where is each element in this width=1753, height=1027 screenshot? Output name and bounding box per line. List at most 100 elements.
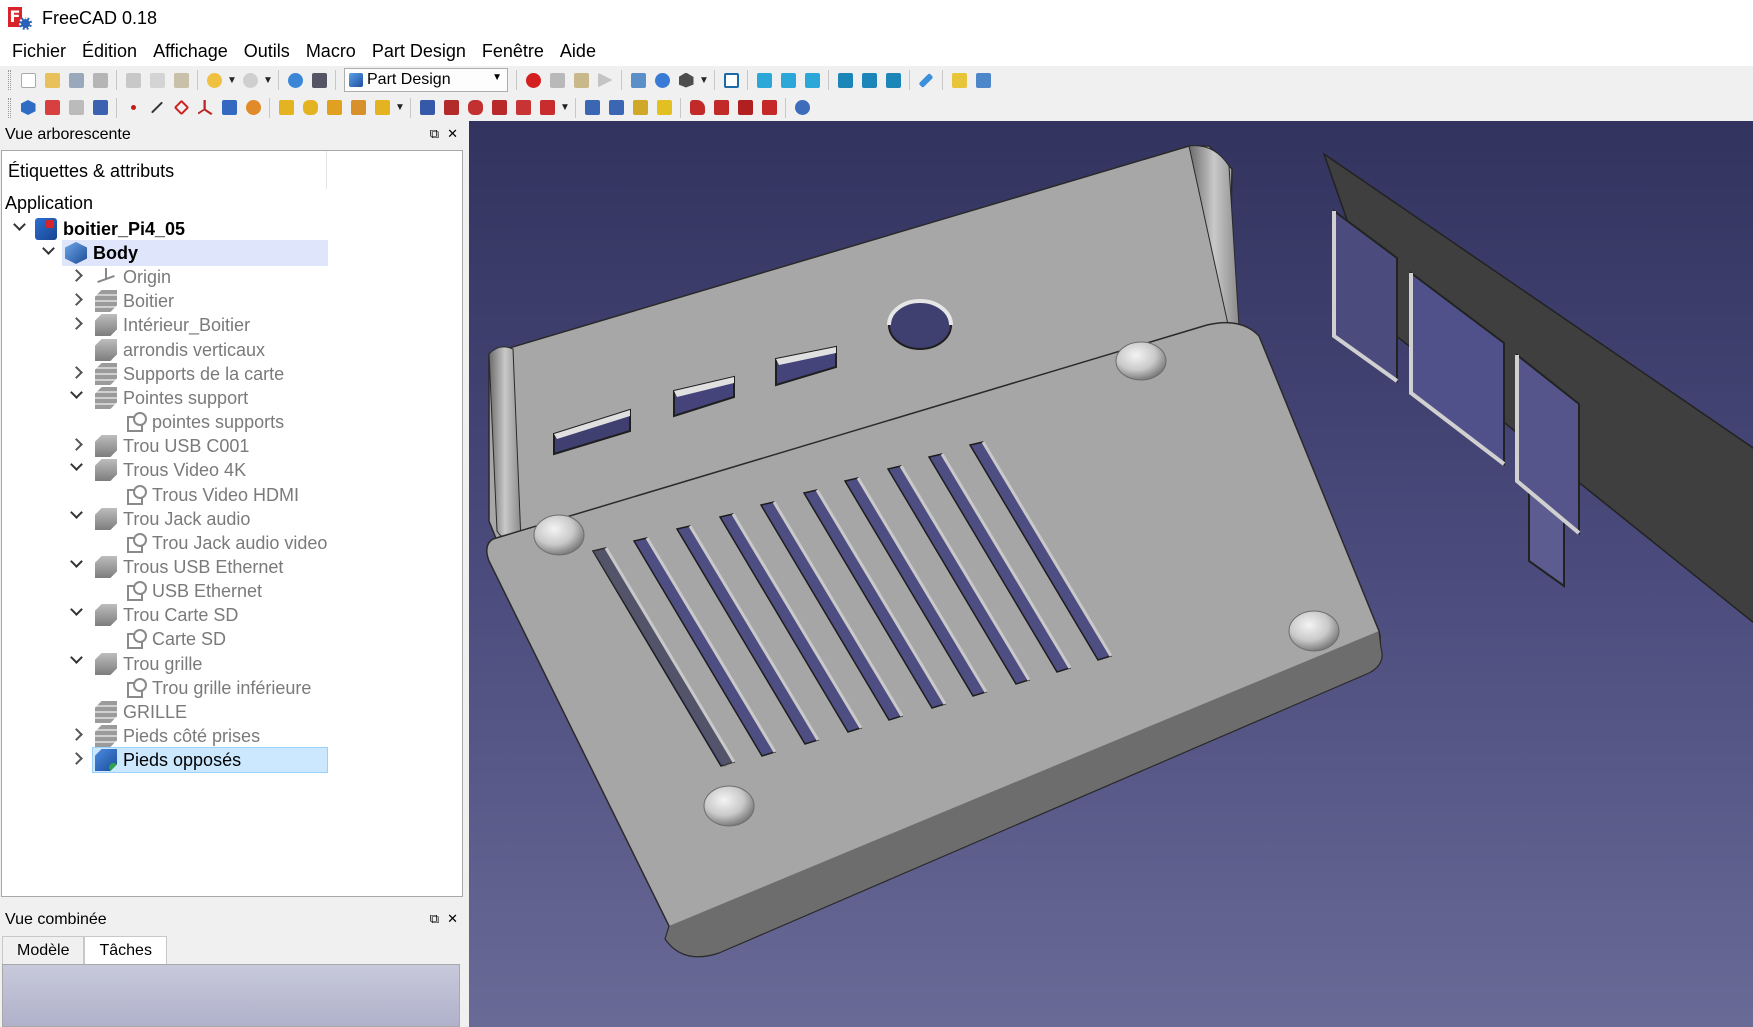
redo-button[interactable] [239, 69, 261, 91]
expand-arrow-icon[interactable] [70, 318, 82, 330]
tree-item-trous-video-4k[interactable]: Trous Video 4K [95, 457, 246, 483]
close-icon[interactable]: ✕ [447, 911, 458, 927]
multitransform-button[interactable] [653, 97, 675, 119]
workbench-selector[interactable]: Part Design ▼ [344, 68, 508, 92]
menu-part-design[interactable]: Part Design [364, 36, 474, 66]
menu-outils[interactable]: Outils [236, 36, 298, 66]
local-cs-button[interactable] [194, 97, 216, 119]
draw-style-dropdown[interactable]: ▼ [698, 69, 710, 91]
undo-dropdown[interactable]: ▼ [226, 69, 238, 91]
expand-arrow-icon[interactable] [70, 270, 82, 282]
save-button[interactable] [65, 69, 87, 91]
tree-document-row[interactable]: boitier_Pi4_05 [35, 216, 185, 242]
draft-button[interactable] [734, 97, 756, 119]
pocket-button[interactable] [416, 97, 438, 119]
thickness-button[interactable] [758, 97, 780, 119]
tree-item-trous-usb-ethernet[interactable]: Trous USB Ethernet [95, 554, 283, 580]
tree-item-carte-sd[interactable]: Carte SD [124, 626, 226, 652]
create-body-button[interactable] [17, 97, 39, 119]
datum-plane-button[interactable] [170, 97, 192, 119]
linear-pattern-button[interactable] [605, 97, 627, 119]
tab-taches[interactable]: Tâches [84, 936, 167, 964]
sub-shape-binder-button[interactable] [242, 97, 264, 119]
top-view-button[interactable] [777, 69, 799, 91]
expand-arrow-icon[interactable] [13, 221, 25, 233]
tree-item-pointes-support[interactable]: Pointes support [95, 385, 248, 411]
rear-view-button[interactable] [834, 69, 856, 91]
isometric-view-button[interactable] [720, 69, 742, 91]
expand-arrow-icon[interactable] [42, 245, 54, 257]
groove-button[interactable] [464, 97, 486, 119]
expand-arrow-icon[interactable] [70, 654, 82, 666]
tree-item-supports-carte[interactable]: Supports de la carte [95, 361, 284, 387]
fit-selection-button[interactable] [651, 69, 673, 91]
copy-button[interactable] [146, 69, 168, 91]
mirrored-button[interactable] [581, 97, 603, 119]
create-sketch-button[interactable] [41, 97, 63, 119]
refresh-button[interactable] [284, 69, 306, 91]
print-button[interactable] [89, 69, 111, 91]
create-part-button[interactable] [948, 69, 970, 91]
revolution-button[interactable] [299, 97, 321, 119]
tree-item-trou-jack-audio-video[interactable]: Trou Jack audio video [124, 530, 327, 556]
open-button[interactable] [41, 69, 63, 91]
subtractive-primitive-button[interactable] [536, 97, 558, 119]
stop-macro-button[interactable] [546, 69, 568, 91]
expand-arrow-icon[interactable] [70, 558, 82, 570]
tree-item-grille[interactable]: GRILLE [95, 699, 187, 725]
tree-view[interactable]: Étiquettes & attributs Application boiti… [1, 150, 463, 897]
measure-distance-button[interactable] [915, 69, 937, 91]
right-view-button[interactable] [801, 69, 823, 91]
expand-arrow-icon[interactable] [70, 729, 82, 741]
tree-item-boitier[interactable]: Boitier [95, 288, 174, 314]
datum-point-button[interactable] [122, 97, 144, 119]
tree-item-trou-jack-audio[interactable]: Trou Jack audio [95, 506, 250, 532]
edit-macro-button[interactable] [570, 69, 592, 91]
create-group-button[interactable] [972, 69, 994, 91]
menu-aide[interactable]: Aide [552, 36, 604, 66]
validate-sketch-button[interactable] [65, 97, 87, 119]
new-document-button[interactable] [17, 69, 39, 91]
clone-button[interactable] [218, 97, 240, 119]
tree-item-usb-ethernet[interactable]: USB Ethernet [124, 578, 262, 604]
left-view-button[interactable] [882, 69, 904, 91]
expand-arrow-icon[interactable] [70, 294, 82, 306]
tree-item-pointes-supports-sketch[interactable]: pointes supports [124, 409, 284, 435]
boolean-button[interactable] [791, 97, 813, 119]
expand-arrow-icon[interactable] [70, 753, 82, 765]
close-icon[interactable]: ✕ [447, 126, 458, 142]
tree-item-trou-grille-inferieure[interactable]: Trou grille inférieure [124, 675, 311, 701]
cut-button[interactable] [122, 69, 144, 91]
tree-item-interieur-boitier[interactable]: Intérieur_Boitier [95, 312, 250, 338]
tree-item-pieds-cote-prises[interactable]: Pieds côté prises [95, 723, 260, 749]
tree-body-row[interactable]: Body [62, 240, 328, 266]
toolbar-grip[interactable] [8, 70, 11, 90]
fit-all-button[interactable] [627, 69, 649, 91]
additive-primitive-dropdown[interactable]: ▼ [394, 97, 406, 119]
expand-arrow-icon[interactable] [70, 509, 82, 521]
undo-button[interactable] [203, 69, 225, 91]
expand-arrow-icon[interactable] [70, 606, 82, 618]
bottom-view-button[interactable] [858, 69, 880, 91]
3d-view[interactable] [469, 121, 1753, 1027]
toolbar-grip[interactable] [8, 97, 11, 118]
redo-dropdown[interactable]: ▼ [262, 69, 274, 91]
subtractive-pipe-button[interactable] [512, 97, 534, 119]
datum-line-button[interactable] [146, 97, 168, 119]
tree-item-trous-video-hdmi[interactable]: Trous Video HDMI [124, 482, 299, 508]
run-macro-button[interactable] [594, 69, 616, 91]
draw-style-button[interactable] [675, 69, 697, 91]
float-panel-icon[interactable]: ⧉ [430, 126, 439, 142]
chamfer-button[interactable] [710, 97, 732, 119]
polar-pattern-button[interactable] [629, 97, 651, 119]
subtractive-primitive-dropdown[interactable]: ▼ [559, 97, 571, 119]
pad-button[interactable] [275, 97, 297, 119]
shape-binder-button[interactable] [89, 97, 111, 119]
record-macro-button[interactable] [522, 69, 544, 91]
additive-primitive-button[interactable] [371, 97, 393, 119]
tree-item-trou-grille[interactable]: Trou grille [95, 651, 202, 677]
whats-this-button[interactable] [308, 69, 330, 91]
menu-affichage[interactable]: Affichage [145, 36, 236, 66]
tree-item-trou-carte-sd[interactable]: Trou Carte SD [95, 602, 238, 628]
tree-item-origin[interactable]: Origin [95, 264, 171, 290]
